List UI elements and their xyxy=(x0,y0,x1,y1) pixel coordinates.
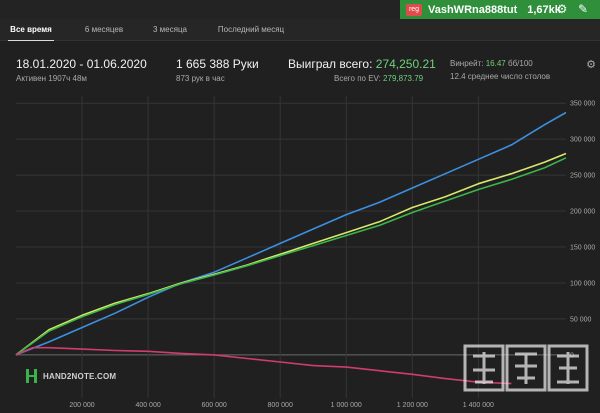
x-tick-label: 400 000 xyxy=(135,402,160,409)
y-tick-label: 100 000 xyxy=(570,280,595,287)
x-tick-label: 1 000 000 xyxy=(331,402,362,409)
y-tick-label: 300 000 xyxy=(570,137,595,144)
x-tick-label: 800 000 xyxy=(268,402,293,409)
y-tick-label: 350 000 xyxy=(570,101,595,108)
y-tick-label: 250 000 xyxy=(570,173,595,180)
x-tick-label: 1 400 000 xyxy=(463,402,494,409)
logo-text: HAND2NOTE.COM xyxy=(43,371,117,381)
series-line-yellow xyxy=(15,152,567,356)
series-line-green xyxy=(15,157,567,356)
y-tick-label: 200 000 xyxy=(570,209,595,216)
watermark-stamp xyxy=(463,344,589,392)
x-tick-label: 1 200 000 xyxy=(397,402,428,409)
y-tick-label: 150 000 xyxy=(570,245,595,252)
hand2note-logo: HAND2NOTE.COM xyxy=(26,369,116,383)
x-tick-label: 600 000 xyxy=(201,402,226,409)
x-tick-label: 200 000 xyxy=(69,402,94,409)
y-tick-label: 50 000 xyxy=(570,316,592,323)
logo-mark-icon xyxy=(26,369,38,383)
